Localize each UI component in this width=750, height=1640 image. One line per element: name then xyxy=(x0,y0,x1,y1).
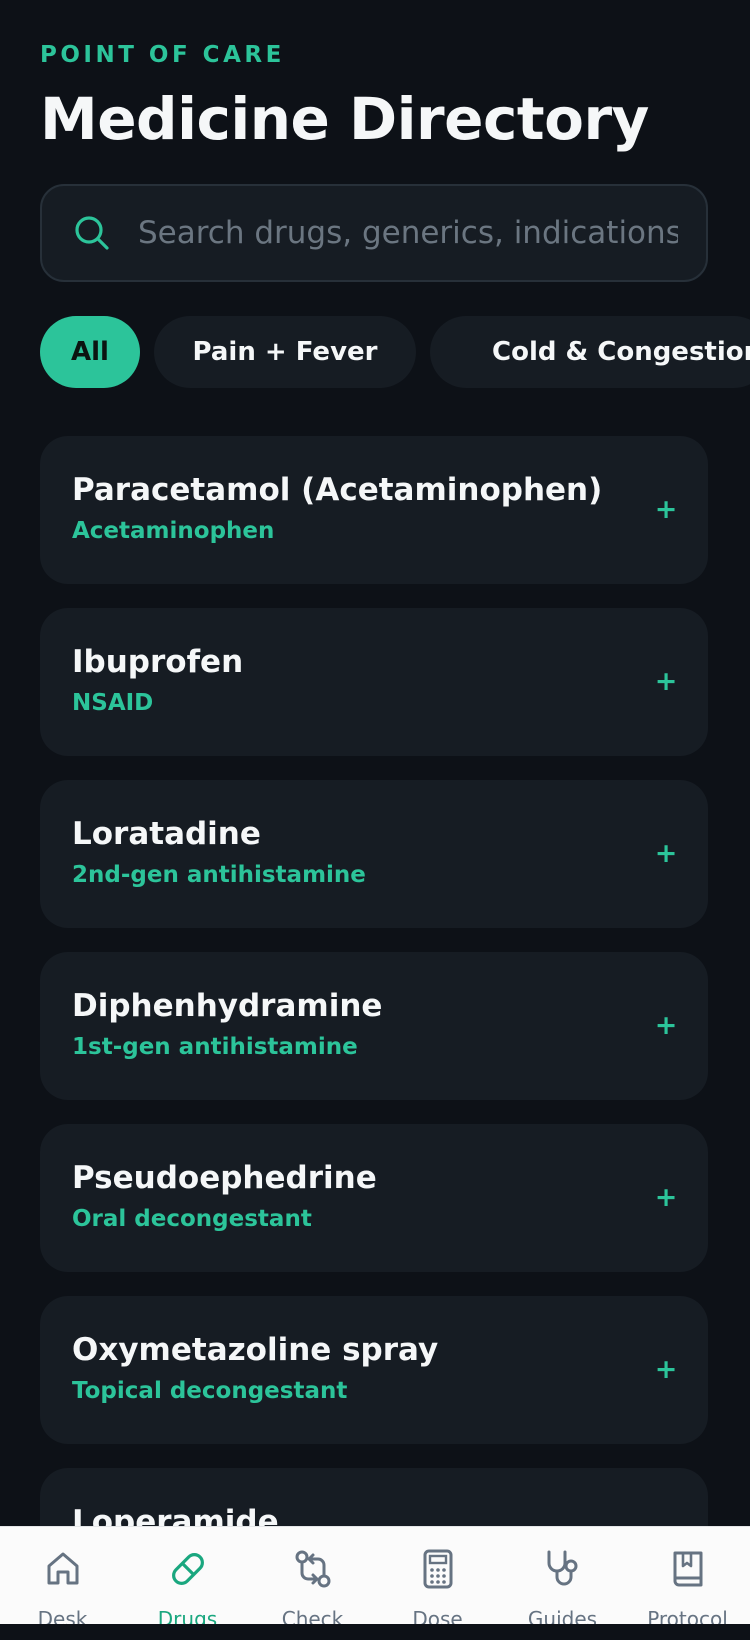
nav-item-drugs[interactable]: Drugs xyxy=(125,1547,250,1624)
medicine-category: NSAID xyxy=(72,690,154,716)
filter-chip-pain-fever[interactable]: Pain + Fever xyxy=(154,316,416,388)
medicine-name: Loratadine xyxy=(72,816,261,852)
expand-plus-icon[interactable]: + xyxy=(654,495,678,525)
stethoscope-icon xyxy=(547,1550,577,1586)
nav-label: Dose xyxy=(412,1607,463,1624)
medicine-category: 2nd-gen antihistamine xyxy=(72,862,366,888)
calculator-icon xyxy=(423,1549,452,1589)
nav-item-guides[interactable]: Guides xyxy=(500,1547,625,1624)
book-icon xyxy=(673,1551,702,1587)
expand-plus-icon[interactable]: + xyxy=(654,1011,678,1041)
filter-chips: All Pain + Fever Cold & Congestion xyxy=(40,316,750,388)
page-title: Medicine Directory xyxy=(40,85,649,153)
medicine-name: Diphenhydramine xyxy=(72,988,383,1024)
nav-item-dose[interactable]: Dose xyxy=(375,1547,500,1624)
filter-chip-cold-congestion[interactable]: Cold & Congestion xyxy=(430,316,750,388)
expand-plus-icon[interactable]: + xyxy=(654,1355,678,1385)
nav-label: Guides xyxy=(527,1607,598,1624)
expand-plus-icon[interactable]: + xyxy=(654,839,678,869)
medicine-category: Acetaminophen xyxy=(72,518,275,544)
medicine-card[interactable]: Loratadine 2nd-gen antihistamine + xyxy=(40,780,708,928)
search-input[interactable] xyxy=(138,215,678,251)
nav-label: Protocol xyxy=(647,1607,728,1624)
medicine-card[interactable]: Paracetamol (Acetaminophen) Acetaminophe… xyxy=(40,436,708,584)
nav-label: Drugs xyxy=(157,1607,218,1624)
page-eyebrow: POINT OF CARE xyxy=(40,42,285,68)
expand-plus-icon[interactable]: + xyxy=(654,667,678,697)
nav-item-desk[interactable]: Desk xyxy=(0,1547,125,1624)
home-icon xyxy=(47,1552,78,1585)
nav-label: Desk xyxy=(37,1607,88,1624)
pill-icon xyxy=(171,1553,204,1585)
filter-chip-all[interactable]: All xyxy=(40,316,140,388)
medicine-name: Ibuprofen xyxy=(72,644,244,680)
medicine-name: Paracetamol (Acetaminophen) xyxy=(72,472,603,508)
medicine-card[interactable]: Diphenhydramine 1st-gen antihistamine + xyxy=(40,952,708,1100)
nav-item-check[interactable]: Check xyxy=(250,1547,375,1624)
search-icon xyxy=(75,216,109,250)
expand-plus-icon[interactable]: + xyxy=(654,1183,678,1213)
nav-item-protocol[interactable]: Protocol xyxy=(625,1547,750,1624)
medicine-name: Oxymetazoline spray xyxy=(72,1332,439,1368)
medicine-category: Oral decongestant xyxy=(72,1206,312,1232)
medicine-card[interactable]: Oxymetazoline spray Topical decongestant… xyxy=(40,1296,708,1444)
medicine-name: Pseudoephedrine xyxy=(72,1160,377,1196)
medicine-card[interactable]: Pseudoephedrine Oral decongestant + xyxy=(40,1124,708,1272)
interaction-check-icon xyxy=(295,1550,330,1588)
medicine-category: 1st-gen antihistamine xyxy=(72,1034,358,1060)
page-header: POINT OF CARE Medicine Directory xyxy=(40,38,710,154)
bottom-nav: Desk Drugs Check Dose Guides Protocol xyxy=(0,1526,750,1624)
medicine-card[interactable]: Ibuprofen NSAID + xyxy=(40,608,708,756)
search-bar[interactable] xyxy=(40,184,708,282)
medicine-category: Topical decongestant xyxy=(72,1378,348,1404)
medicine-list: Paracetamol (Acetaminophen) Acetaminophe… xyxy=(40,436,708,1640)
nav-label: Check xyxy=(281,1607,344,1624)
